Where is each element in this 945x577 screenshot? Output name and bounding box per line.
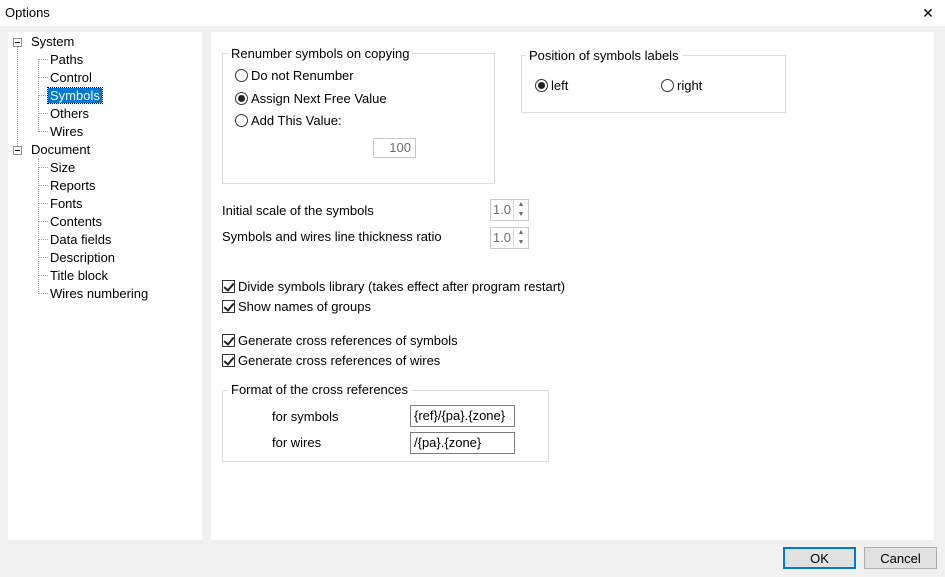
divide-library-checkbox[interactable] (222, 280, 235, 293)
tree-item-paths[interactable]: Paths (48, 51, 85, 69)
xref-symbols-checkbox[interactable] (222, 334, 235, 347)
tree-item-label: Size (50, 160, 76, 175)
collapse-document-icon[interactable] (13, 146, 22, 155)
tree-item-wires[interactable]: Wires (48, 123, 85, 141)
radio-label-right[interactable] (661, 79, 674, 92)
radio-label: Assign Next Free Value (251, 91, 387, 106)
tree-item-label: Document (31, 142, 91, 157)
tree-connector (39, 131, 48, 132)
xref-wires-checkbox[interactable] (222, 354, 235, 367)
tree-item-label: Data fields (50, 232, 112, 247)
cancel-button[interactable]: Cancel (864, 547, 937, 569)
tree-item-label: Description (50, 250, 116, 265)
tree-connector (39, 95, 48, 96)
for-wires-label: for wires (272, 435, 322, 450)
for-symbols-label: for symbols (272, 409, 339, 424)
radio-do-not-renumber[interactable] (235, 69, 248, 82)
radio-label: right (677, 78, 703, 93)
tree-item-label: Control (50, 70, 92, 85)
tree-item-label: Symbols (47, 87, 103, 104)
tree-item-label: Wires numbering (50, 286, 149, 301)
radio-label: Do not Renumber (251, 68, 354, 83)
show-group-names-checkbox[interactable] (222, 300, 235, 313)
add-value-field[interactable]: 100 (373, 138, 416, 158)
tree-connector (39, 59, 48, 60)
renumber-legend: Renumber symbols on copying (228, 46, 413, 62)
tree-item-label: Paths (50, 52, 84, 67)
checkbox-label: Divide symbols library (takes effect aft… (238, 279, 566, 294)
tree-connector (39, 167, 48, 168)
spin-up-icon[interactable]: ▲ (514, 228, 528, 238)
ok-button[interactable]: OK (783, 547, 856, 569)
tree-connector (39, 275, 48, 276)
tree-connector (39, 221, 48, 222)
thickness-ratio-stepper[interactable]: 1.0 ▲ ▼ (490, 227, 529, 249)
spin-down-icon[interactable]: ▼ (514, 238, 528, 248)
tree-item-label: Reports (50, 178, 96, 193)
tree-connector (39, 185, 48, 186)
spin-down-icon[interactable]: ▼ (514, 210, 528, 220)
spin-up-icon[interactable]: ▲ (514, 200, 528, 210)
initial-scale-stepper[interactable]: 1.0 ▲ ▼ (490, 199, 529, 221)
tree-connector (39, 257, 48, 258)
checkbox-label: Generate cross references of symbols (238, 333, 458, 348)
options-tree[interactable]: System Paths Control Symbols Others Wire… (8, 32, 202, 540)
initial-scale-value: 1.0 (492, 202, 511, 217)
tree-item-document[interactable]: Document (29, 141, 92, 159)
thickness-ratio-value: 1.0 (492, 230, 511, 245)
labels-position-legend: Position of symbols labels (526, 48, 682, 64)
checkbox-label: Show names of groups (238, 299, 371, 314)
tree-item-title-block[interactable]: Title block (48, 267, 110, 285)
tree-connector (39, 203, 48, 204)
window-title: Options (5, 5, 50, 20)
tree-item-label: Contents (50, 214, 103, 229)
radio-add-this-value[interactable] (235, 114, 248, 127)
close-button[interactable]: ✕ (911, 0, 945, 26)
radio-label: Add This Value: (251, 113, 342, 128)
tree-item-description[interactable]: Description (48, 249, 117, 267)
tree-item-others[interactable]: Others (48, 105, 91, 123)
tree-item-label: Wires (50, 124, 84, 139)
tree-item-fonts[interactable]: Fonts (48, 195, 85, 213)
tree-item-label: Title block (50, 268, 109, 283)
options-panel: Renumber symbols on copying Do not Renum… (211, 32, 934, 540)
radio-assign-next-free[interactable] (235, 92, 248, 105)
symbols-format-input[interactable]: {ref}/{pa}.{zone} (410, 405, 515, 427)
tree-item-label: System (31, 34, 75, 49)
tree-item-size[interactable]: Size (48, 159, 77, 177)
initial-scale-label: Initial scale of the symbols (222, 203, 374, 218)
tree-item-data-fields[interactable]: Data fields (48, 231, 113, 249)
tree-item-control[interactable]: Control (48, 69, 94, 87)
tree-connector (38, 158, 39, 294)
xref-format-legend: Format of the cross references (228, 382, 412, 398)
tree-item-contents[interactable]: Contents (48, 213, 104, 231)
tree-connector (17, 47, 18, 150)
thickness-ratio-label: Symbols and wires line thickness ratio (222, 229, 442, 244)
radio-label-left[interactable] (535, 79, 548, 92)
close-icon: ✕ (922, 4, 934, 21)
tree-item-system[interactable]: System (29, 33, 76, 51)
tree-item-reports[interactable]: Reports (48, 177, 98, 195)
collapse-system-icon[interactable] (13, 38, 22, 47)
tree-item-label: Others (50, 106, 90, 121)
wires-format-input[interactable]: /{pa}.{zone} (410, 432, 515, 454)
tree-connector (39, 77, 48, 78)
tree-connector (39, 239, 48, 240)
tree-item-wires-numbering[interactable]: Wires numbering (48, 285, 150, 303)
title-bar: Options ✕ (0, 0, 945, 26)
radio-label: left (551, 78, 569, 93)
tree-connector (39, 293, 48, 294)
tree-item-label: Fonts (50, 196, 83, 211)
checkbox-label: Generate cross references of wires (238, 353, 441, 368)
tree-connector (39, 113, 48, 114)
tree-item-symbols[interactable]: Symbols (47, 87, 103, 105)
